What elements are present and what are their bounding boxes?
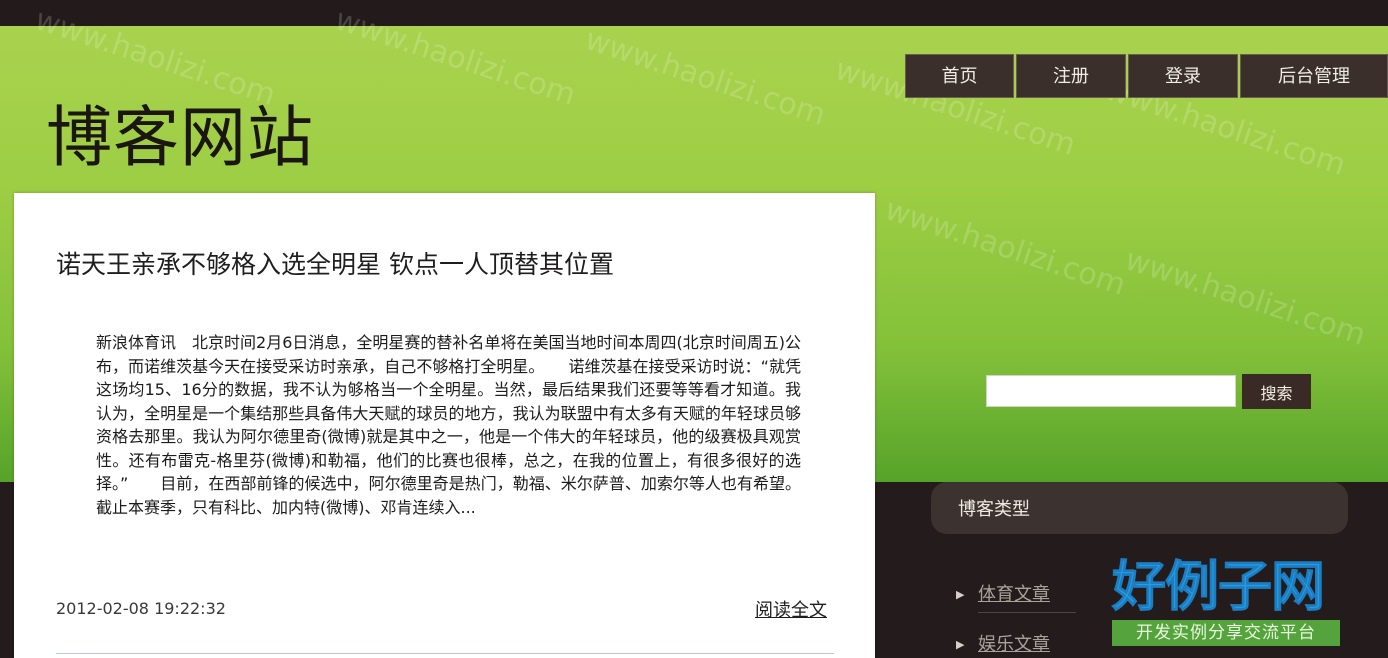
article-excerpt: 新浪体育讯 北京时间2月6日消息，全明星赛的替补名单将在美国当地时间本周四(北京… [96, 333, 801, 517]
arrow-right-icon: ▶ [956, 588, 965, 601]
category-list: ▶ 体育文章 ▶ 娱乐文章 [956, 570, 1076, 658]
divider [56, 653, 834, 654]
main-nav: 首页 注册 登录 后台管理 [905, 54, 1388, 100]
search-input[interactable] [986, 375, 1236, 407]
nav-item-admin[interactable]: 后台管理 [1240, 54, 1388, 98]
search-bar: 搜索 [986, 374, 1311, 409]
search-button[interactable]: 搜索 [1242, 374, 1311, 409]
logo-sub-text: 开发实例分享交流平台 [1112, 620, 1340, 646]
nav-item-login[interactable]: 登录 [1128, 54, 1238, 98]
category-link-entertainment[interactable]: 娱乐文章 [978, 628, 1076, 658]
article-date: 2012-02-08 19:22:32 [56, 599, 226, 618]
sidebar-category-header: 博客类型 [931, 482, 1348, 534]
category-link-sports[interactable]: 体育文章 [978, 578, 1076, 613]
nav-item-register[interactable]: 注册 [1016, 54, 1126, 98]
sidebar-heading: 博客类型 [958, 499, 1030, 520]
arrow-right-icon: ▶ [956, 638, 965, 651]
logo-main-text: 好例子网 [1112, 555, 1326, 619]
list-item: ▶ 娱乐文章 [956, 620, 1076, 658]
top-strip [0, 0, 1388, 26]
article-card: 诺天王亲承不够格入选全明星 钦点一人顶替其位置 新浪体育讯 北京时间2月6日消息… [14, 193, 875, 658]
list-item: ▶ 体育文章 [956, 570, 1076, 620]
nav-item-home[interactable]: 首页 [905, 54, 1014, 98]
article-title[interactable]: 诺天王亲承不够格入选全明星 钦点一人顶替其位置 [56, 245, 614, 285]
site-title: 博客网站 [46, 99, 314, 177]
watermark-logo: 好例子网 开发实例分享交流平台 [1112, 554, 1340, 646]
read-more-link[interactable]: 阅读全文 [755, 596, 827, 622]
